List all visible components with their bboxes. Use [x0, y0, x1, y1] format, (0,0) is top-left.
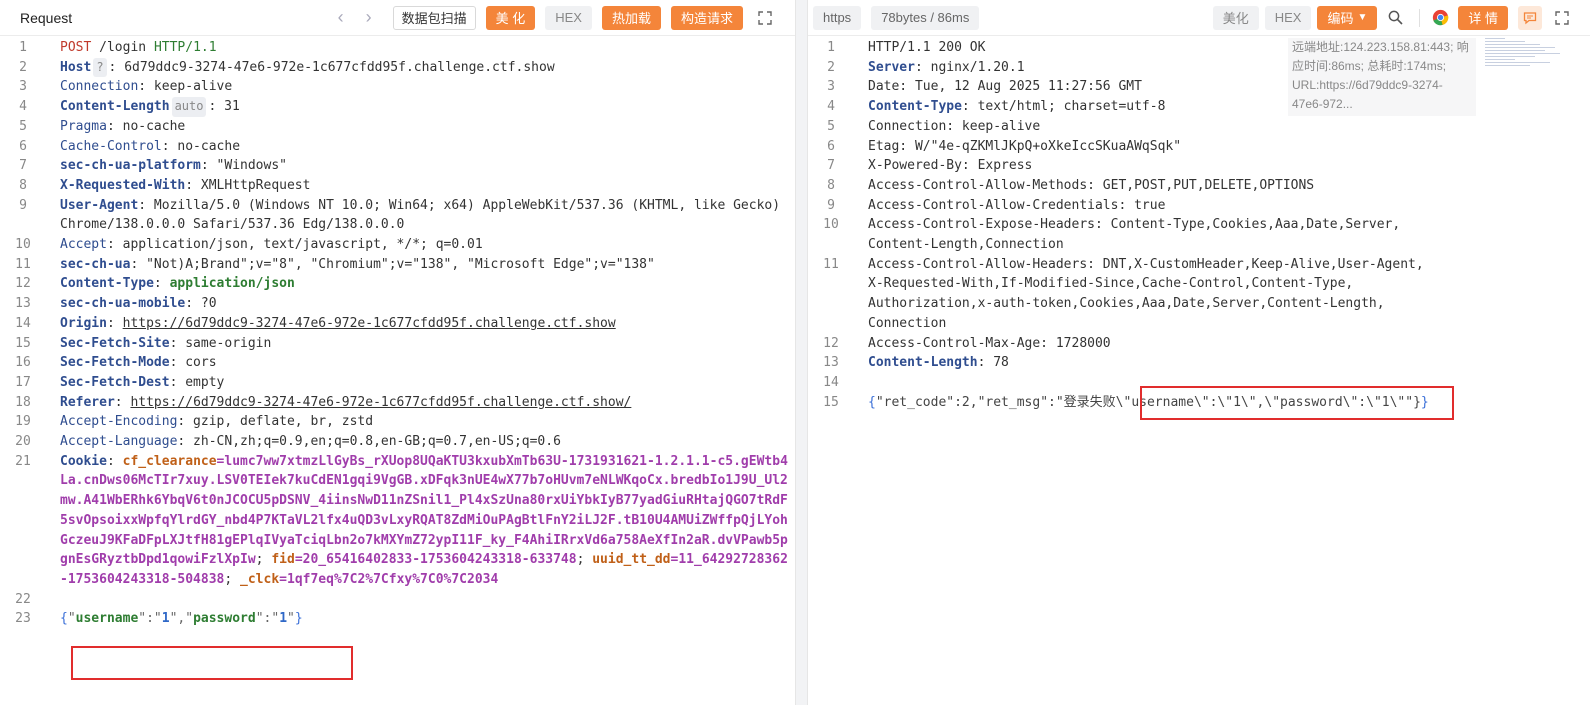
code-line: 18 Referer: https://6d79ddc9-3274-47e6-9…	[15, 394, 632, 410]
packet-scan-button[interactable]: 数据包扫描	[392, 5, 476, 30]
encoding-dropdown[interactable]: 编码 ▼	[1317, 5, 1378, 30]
size-time-chip: 78bytes / 86ms	[871, 5, 980, 30]
code-line: 9 User-Agent: Mozilla/5.0 (Windows NT 10…	[19, 197, 788, 233]
hot-load-button[interactable]: 热加载	[601, 5, 661, 30]
beautify-button[interactable]: 美 化	[485, 5, 536, 30]
code-minimap[interactable]	[1485, 38, 1567, 78]
request-pane: Request ‹ › 数据包扫描 美 化 HEX 热加载 构造请求 1 POS…	[0, 0, 796, 705]
fullscreen-icon[interactable]	[753, 6, 777, 30]
hex-button[interactable]: HEX	[545, 5, 592, 30]
code-line: 10 Accept: application/json, text/javasc…	[15, 237, 483, 253]
referer-link[interactable]: https://6d79ddc9-3274-47e6-972e-1c677cfd…	[130, 395, 631, 410]
chevron-down-icon: ▼	[1357, 12, 1368, 23]
code-line: 19 Accept-Encoding: gzip, deflate, br, z…	[15, 414, 374, 430]
code-line: 11 sec-ch-ua: "Not)A;Brand";v="8", "Chro…	[15, 256, 655, 272]
request-body-highlight	[71, 646, 353, 680]
code-line: 5 Pragma: no-cache	[19, 118, 186, 134]
chrome-icon[interactable]	[1428, 6, 1452, 30]
code-line: 7 sec-ch-ua-platform: "Windows"	[19, 158, 287, 174]
highlighted-response-fragment: \"username\":\"1\",\"password\":\"1\"	[1115, 394, 1406, 410]
code-line: 20 Accept-Language: zh-CN,zh;q=0.9,en;q=…	[15, 434, 561, 450]
request-editor[interactable]: 1 POST /login HTTP/1.1 2 Host?: 6d79ddc9…	[0, 38, 795, 629]
auto-length-badge[interactable]: auto	[171, 97, 207, 117]
response-hex-button[interactable]: HEX	[1264, 5, 1312, 30]
code-line: 14 Origin: https://6d79ddc9-3274-47e6-97…	[15, 315, 616, 331]
code-line: 8 Access-Control-Allow-Methods: GET,POST…	[827, 177, 1315, 193]
code-line: 4 Content-Length auto: 31	[0, 97, 795, 117]
host-help-badge[interactable]: ?	[93, 57, 107, 78]
code-line: 15 {"ret_code":2,"ret_msg":"登录失败\"userna…	[823, 394, 1429, 410]
code-line: 7 X-Powered-By: Express	[827, 158, 1033, 174]
construct-request-button[interactable]: 构造请求	[670, 5, 743, 30]
response-toolbar: https 78bytes / 86ms 美化 HEX 编码 ▼ 详 情	[808, 0, 1590, 36]
code-line: 22	[15, 591, 31, 607]
code-line: 10 Access-Control-Expose-Headers: Conten…	[823, 217, 1401, 253]
next-arrow-icon[interactable]: ›	[355, 5, 383, 31]
code-line: 15 Sec-Fetch-Site: same-origin	[15, 335, 272, 351]
pane-divider[interactable]	[796, 0, 807, 705]
fullscreen-icon[interactable]	[1550, 6, 1574, 30]
code-line: 2 Host?: 6d79ddc9-3274-47e6-972e-1c677cf…	[0, 57, 795, 78]
code-line: 9 Access-Control-Allow-Credentials: true	[827, 197, 1166, 213]
comment-icon[interactable]	[1518, 5, 1542, 30]
code-line: 3 Connection: keep-alive	[19, 79, 233, 95]
code-line: 12 Access-Control-Max-Age: 1728000	[823, 335, 1111, 351]
prev-arrow-icon[interactable]: ‹	[327, 5, 355, 31]
search-icon[interactable]	[1383, 6, 1407, 30]
code-line: 14	[823, 374, 839, 390]
code-line: 1 POST /login HTTP/1.1	[19, 40, 217, 55]
code-line: 17 Sec-Fetch-Dest: empty	[15, 374, 225, 390]
code-line: 12 Content-Type: application/json	[15, 276, 295, 292]
code-line: 6 Cache-Control: no-cache	[19, 138, 241, 154]
code-line: 13 sec-ch-ua-mobile: ?0	[15, 296, 217, 312]
code-line: 16 Sec-Fetch-Mode: cors	[15, 355, 217, 371]
response-info-tooltip: 远端地址:124.223.158.81:443; 响应时间:86ms; 总耗时:…	[1288, 38, 1476, 116]
response-pane: https 78bytes / 86ms 美化 HEX 编码 ▼ 详 情 1 H…	[807, 0, 1590, 705]
request-toolbar: Request ‹ › 数据包扫描 美 化 HEX 热加载 构造请求	[0, 0, 795, 36]
protocol-chip: https	[813, 5, 862, 30]
code-line: 13 Content-Length: 78	[823, 355, 1009, 371]
code-line: 11 Access-Control-Allow-Headers: DNT,X-C…	[823, 256, 1424, 331]
origin-link[interactable]: https://6d79ddc9-3274-47e6-972e-1c677cfd…	[123, 316, 616, 331]
details-button[interactable]: 详 情	[1458, 5, 1508, 30]
code-line: 8 X-Requested-With: XMLHttpRequest	[19, 177, 311, 193]
response-beautify-button[interactable]: 美化	[1212, 5, 1259, 30]
request-title: Request	[20, 9, 73, 26]
code-line: 23 {"username":"1","password":"1"}	[15, 611, 303, 627]
code-line: 21 Cookie: cf_clearance=lumc7ww7xtmzLlGy…	[15, 453, 788, 587]
code-line: 6 Etag: W/"4e-qZKMlJKpQ+oXkeIccSKuaAWqSq…	[827, 138, 1182, 154]
code-line: 5 Connection: keep-alive	[827, 118, 1041, 134]
